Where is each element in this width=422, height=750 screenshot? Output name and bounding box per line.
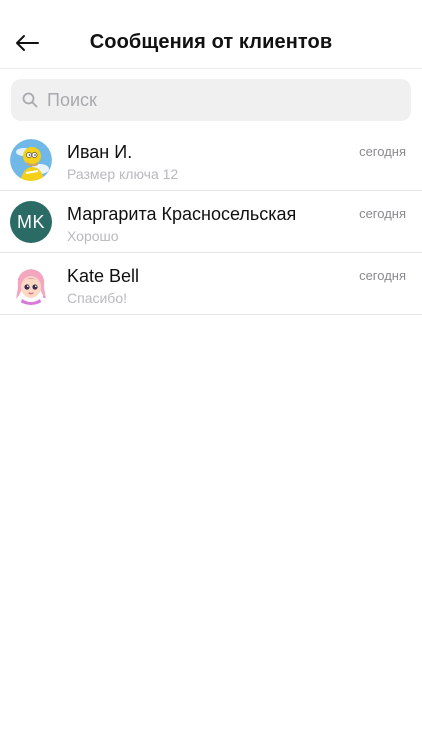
message-time: сегодня (359, 144, 406, 159)
conversation-row[interactable]: MK Маргарита Красносельская Хорошо сегод… (0, 191, 422, 253)
avatar-initials: MK (17, 211, 45, 232)
page-title: Сообщения от клиентов (89, 31, 333, 53)
app-root: Сообщения от клиентов Поиск Иван И. Разм… (0, 0, 422, 750)
contact-name: Kate Bell (67, 266, 140, 286)
search-icon (21, 91, 39, 109)
message-preview: Хорошо (67, 228, 119, 244)
avatar: MK (10, 201, 52, 243)
message-time: сегодня (359, 268, 406, 283)
search-input[interactable] (47, 89, 367, 111)
message-time: сегодня (359, 206, 406, 221)
avatar (10, 139, 52, 181)
conversation-row[interactable]: Kate Bell Спасибо! сегодня (0, 253, 422, 315)
search-bar[interactable] (11, 79, 411, 121)
avatar (10, 263, 52, 305)
contact-name: Маргарита Красносельская (67, 204, 297, 224)
cartoon-character-avatar-icon (10, 139, 52, 181)
cartoon-girl-avatar-icon (10, 263, 52, 305)
message-preview: Размер ключа 12 (67, 166, 179, 182)
contact-name: Иван И. (67, 142, 133, 162)
message-preview: Спасибо! (67, 290, 127, 306)
header: Сообщения от клиентов (0, 0, 422, 69)
conversation-list: Иван И. Размер ключа 12 сегодня MK Марга… (0, 129, 422, 315)
conversation-row[interactable]: Иван И. Размер ключа 12 сегодня (0, 129, 422, 191)
search-bar-container (0, 69, 422, 121)
